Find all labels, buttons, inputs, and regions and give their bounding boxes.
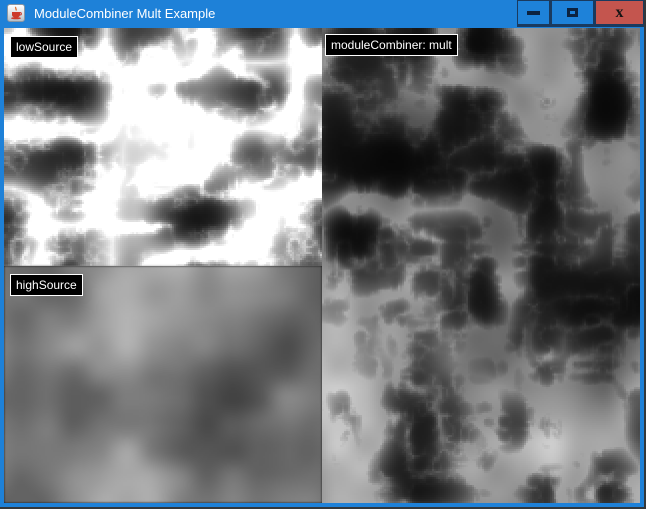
window-title: ModuleCombiner Mult Example [34, 0, 215, 28]
window-controls: x [517, 0, 644, 27]
highsource-canvas [4, 266, 322, 503]
titlebar[interactable]: ModuleCombiner Mult Example x [0, 0, 644, 28]
lowsource-canvas [4, 28, 322, 266]
close-button[interactable]: x [596, 1, 643, 24]
maximize-button[interactable] [552, 1, 593, 24]
minimize-icon [527, 11, 540, 15]
combined-canvas [322, 28, 640, 503]
lowsource-label: lowSource [10, 36, 78, 58]
close-icon: x [616, 5, 624, 21]
highsource-label: highSource [10, 274, 83, 296]
maximize-icon [567, 8, 578, 17]
app-window: ModuleCombiner Mult Example x lowSource … [0, 0, 646, 509]
java-coffee-cup-icon [7, 4, 25, 22]
combined-label: moduleCombiner: mult [325, 34, 458, 56]
minimize-button[interactable] [518, 1, 549, 24]
render-area: lowSource highSource moduleCombiner: mul… [4, 28, 640, 503]
window-frame: ModuleCombiner Mult Example x lowSource … [0, 0, 644, 507]
